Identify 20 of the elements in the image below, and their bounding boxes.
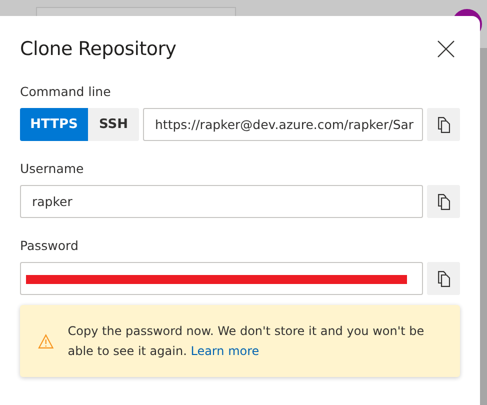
- copy-button[interactable]: [427, 262, 460, 295]
- learn-more-link[interactable]: Learn more: [190, 344, 260, 358]
- page-scrollbar[interactable]: [480, 48, 487, 405]
- username-field[interactable]: rapker: [20, 185, 423, 218]
- protocol-tab[interactable]: SSH: [88, 108, 139, 141]
- copy-icon: [438, 270, 450, 286]
- warning-icon: [38, 334, 54, 348]
- copy-icon: [438, 194, 450, 210]
- dialog-title: Clone Repository: [20, 38, 176, 60]
- username-label: Username: [20, 161, 85, 176]
- copy-icon: [438, 116, 450, 132]
- protocol-tab[interactable]: HTTPS: [20, 108, 88, 141]
- password-field[interactable]: [20, 262, 423, 295]
- copy-button[interactable]: [427, 108, 460, 141]
- password-label: Password: [20, 238, 80, 253]
- close-button[interactable]: [436, 39, 456, 59]
- copy-button[interactable]: [427, 185, 460, 218]
- warning-text: Copy the password now. We don't store it and you won't be able to see it again. Learn more: [68, 323, 426, 360]
- command-line-label: Command line: [20, 84, 112, 99]
- url-field[interactable]: https://rapker@dev.azure.com/rapker/Sar: [143, 108, 423, 141]
